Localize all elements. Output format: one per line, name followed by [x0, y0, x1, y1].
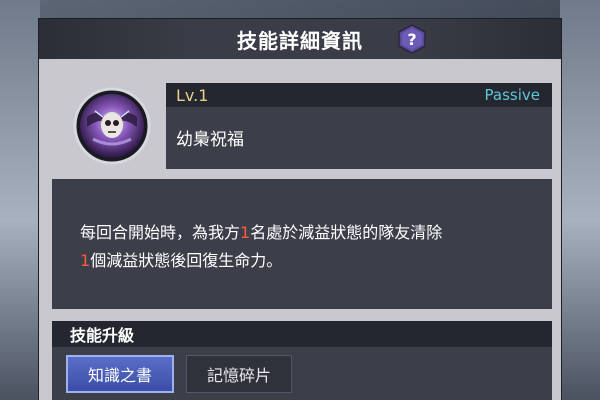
skill-info-box: Lv.1 Passive 幼梟祝福 — [166, 83, 552, 169]
svg-text:?: ? — [407, 30, 416, 49]
desc-highlight-number-1: 1 — [240, 223, 251, 242]
desc-line2-part-b: 個減益狀態後回復生命力。 — [90, 251, 283, 270]
tab-book-of-knowledge[interactable]: 知識之書 — [66, 355, 174, 393]
tab-memory-fragments[interactable]: 記憶碎片 — [186, 355, 292, 393]
skill-upgrade-header: 技能升級 — [52, 321, 552, 347]
skill-icon-frame — [73, 87, 151, 165]
desc-highlight-number-2: 1 — [80, 251, 91, 270]
desc-line1-part-a: 每回合開始時，為我方 — [80, 223, 241, 242]
help-button[interactable]: ? — [397, 24, 427, 54]
owl-skull-skill-icon — [73, 87, 151, 165]
skill-description: 每回合開始時，為我方1名處於減益狀態的隊友清除 1個減益狀態後回復生命力。 — [80, 219, 540, 275]
panel-header: 技能詳細資訊 ? — [39, 19, 561, 59]
desc-line1-part-b: 名處於減益狀態的隊友清除 — [250, 223, 443, 242]
skill-description-box: 每回合開始時，為我方1名處於減益狀態的隊友清除 1個減益狀態後回復生命力。 — [52, 179, 552, 309]
panel-title: 技能詳細資訊 — [237, 28, 363, 53]
skill-upgrade-title: 技能升級 — [70, 326, 135, 345]
skill-name: 幼梟祝福 — [176, 130, 244, 150]
skill-detail-panel: 技能詳細資訊 ? Lv.1 Passive 幼梟祝福 每回合開始時，為我方1名處… — [38, 18, 562, 400]
level-bar: Lv.1 Passive — [166, 83, 552, 107]
skill-type: Passive — [484, 86, 540, 104]
skill-upgrade-section: 知識之書 記憶碎片 — [52, 347, 552, 400]
question-mark-icon: ? — [398, 24, 426, 54]
skill-level: Lv.1 — [176, 85, 209, 105]
background-left — [0, 0, 40, 400]
background-right — [560, 0, 600, 400]
